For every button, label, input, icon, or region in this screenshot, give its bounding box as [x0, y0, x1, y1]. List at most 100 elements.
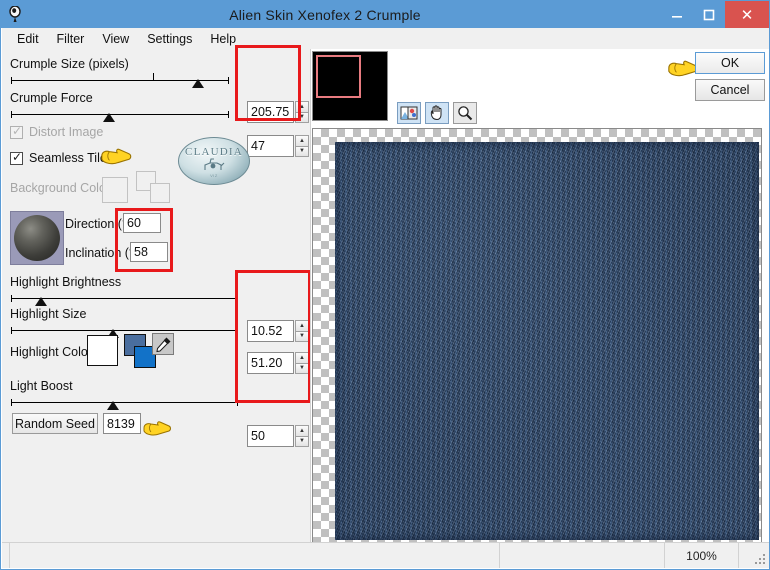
random-seed-button[interactable]: Random Seed: [12, 413, 98, 434]
light-boost-spinner[interactable]: ▲ ▼: [247, 425, 309, 447]
spinner-up-icon[interactable]: ▲: [295, 352, 309, 364]
menu-item-filter[interactable]: Filter: [48, 30, 94, 48]
background-color-label: Background Color: [10, 181, 111, 195]
navigator-thumbnail[interactable]: [312, 51, 388, 121]
menu-item-settings[interactable]: Settings: [138, 30, 201, 48]
background-color-swatch-primary: [102, 177, 128, 203]
checkmark-icon: ✓: [12, 123, 23, 138]
light-boost-slider[interactable]: [11, 398, 238, 410]
crumple-size-slider[interactable]: [11, 73, 229, 88]
status-left-text: [10, 543, 500, 568]
cancel-button[interactable]: Cancel: [695, 79, 765, 101]
slider-thumb[interactable]: [34, 297, 47, 306]
crumple-force-input[interactable]: [247, 135, 294, 157]
distort-image-checkbox-row: ✓ Distort Image: [10, 123, 104, 139]
direction-label: Direction (°): [65, 217, 132, 231]
slider-thumb[interactable]: [192, 79, 205, 88]
seamless-tile-checkbox-row[interactable]: ✓ Seamless Tile: [10, 149, 107, 165]
spinner-up-icon[interactable]: ▲: [295, 135, 309, 147]
crumple-force-spinner[interactable]: ▲ ▼: [247, 135, 309, 157]
spinner-arrows[interactable]: ▲ ▼: [295, 101, 309, 123]
inclination-input[interactable]: [130, 242, 168, 262]
image-preview[interactable]: [312, 128, 762, 544]
inclination-label: Inclination (°): [65, 246, 139, 260]
slider-tick: [152, 73, 154, 80]
window-buttons: ✕: [661, 1, 769, 28]
light-direction-sphere[interactable]: [10, 211, 64, 265]
spinner-down-icon[interactable]: ▼: [295, 363, 309, 374]
menu-item-help[interactable]: Help: [201, 30, 245, 48]
crumple-size-spinner[interactable]: ▲ ▼: [247, 101, 309, 123]
status-zoom-level: 100%: [665, 543, 739, 568]
xenofex-crumple-window: Alien Skin Xenofex 2 Crumple ✕ Edit Filt…: [0, 0, 770, 570]
seamless-tile-checkbox[interactable]: ✓: [10, 149, 23, 165]
spinner-up-icon[interactable]: ▲: [295, 101, 309, 113]
spinner-down-icon[interactable]: ▼: [295, 331, 309, 342]
slider-track: [11, 399, 238, 406]
status-middle-text: [500, 543, 665, 568]
seamless-tile-label: Seamless Tile: [29, 151, 107, 165]
spinner-down-icon[interactable]: ▼: [295, 146, 309, 157]
zoom-magnifier-icon[interactable]: [453, 102, 477, 124]
crumple-force-slider[interactable]: [11, 110, 229, 122]
crumple-size-label: Crumple Size (pixels): [10, 57, 129, 71]
direction-input[interactable]: [123, 213, 161, 233]
status-bar: 100%: [2, 542, 769, 568]
random-seed-input[interactable]: [103, 413, 141, 434]
light-boost-label: Light Boost: [10, 379, 73, 393]
highlight-brightness-label: Highlight Brightness: [10, 275, 122, 289]
slider-thumb[interactable]: [107, 401, 120, 410]
slider-track: [11, 327, 238, 334]
menu-item-edit[interactable]: Edit: [8, 30, 48, 48]
spinner-arrows[interactable]: ▲ ▼: [295, 425, 309, 447]
crumple-size-input[interactable]: [247, 101, 294, 123]
slider-track: [11, 111, 229, 118]
minimize-button[interactable]: [661, 1, 693, 28]
watermark-subtext: VIZ: [210, 173, 218, 178]
spinner-down-icon[interactable]: ▼: [295, 112, 309, 123]
spinner-arrows[interactable]: ▲ ▼: [295, 320, 309, 342]
checkmark-icon: ✓: [12, 149, 23, 164]
highlight-size-input[interactable]: [247, 352, 294, 374]
title-bar: Alien Skin Xenofex 2 Crumple ✕: [1, 1, 769, 28]
pointing-hand-icon: [142, 417, 172, 444]
preview-edge-shading: [335, 142, 759, 540]
claudia-watermark: CLAUDIA VIZ: [178, 137, 250, 185]
menu-item-view[interactable]: View: [93, 30, 138, 48]
pointing-hand-icon: [99, 144, 133, 173]
menu-bar: Edit Filter View Settings Help: [2, 28, 769, 49]
highlight-size-label: Highlight Size: [10, 307, 87, 321]
spinner-up-icon[interactable]: ▲: [295, 425, 309, 437]
highlight-color-label: Highlight Color: [10, 345, 92, 359]
light-boost-input[interactable]: [247, 425, 294, 447]
highlight-brightness-input[interactable]: [247, 320, 294, 342]
watermark-figure-icon: [204, 158, 225, 170]
background-color-swatch-tertiary: [150, 183, 170, 203]
maximize-button[interactable]: [693, 1, 725, 28]
highlight-brightness-spinner[interactable]: ▲ ▼: [247, 320, 309, 342]
distort-image-checkbox: ✓: [10, 123, 23, 139]
status-left-pad: [2, 543, 10, 568]
controls-panel: Crumple Size (pixels) ▲ ▼ Crumple Force …: [2, 49, 310, 543]
distort-image-label: Distort Image: [29, 125, 104, 139]
preview-denim-texture: [335, 142, 759, 540]
highlight-size-spinner[interactable]: ▲ ▼: [247, 352, 309, 374]
spinner-down-icon[interactable]: ▼: [295, 436, 309, 447]
highlight-color-swatch-primary[interactable]: [87, 335, 118, 366]
spinner-arrows[interactable]: ▲ ▼: [295, 352, 309, 374]
crumple-force-label: Crumple Force: [10, 91, 93, 105]
window-title: Alien Skin Xenofex 2 Crumple: [229, 6, 421, 23]
close-button[interactable]: ✕: [725, 1, 769, 28]
spinner-up-icon[interactable]: ▲: [295, 320, 309, 332]
eyedropper-icon[interactable]: [152, 333, 174, 355]
sphere-icon: [14, 215, 60, 261]
spinner-arrows[interactable]: ▲ ▼: [295, 135, 309, 157]
navigator-viewport-rect[interactable]: [316, 55, 361, 98]
ok-button[interactable]: OK: [695, 52, 765, 74]
pan-hand-icon[interactable]: [425, 102, 449, 124]
before-after-icon[interactable]: [397, 102, 421, 124]
slider-thumb[interactable]: [103, 113, 116, 122]
resize-grip[interactable]: [739, 543, 769, 568]
panel-divider: [310, 49, 311, 543]
highlight-brightness-slider[interactable]: [11, 294, 238, 306]
